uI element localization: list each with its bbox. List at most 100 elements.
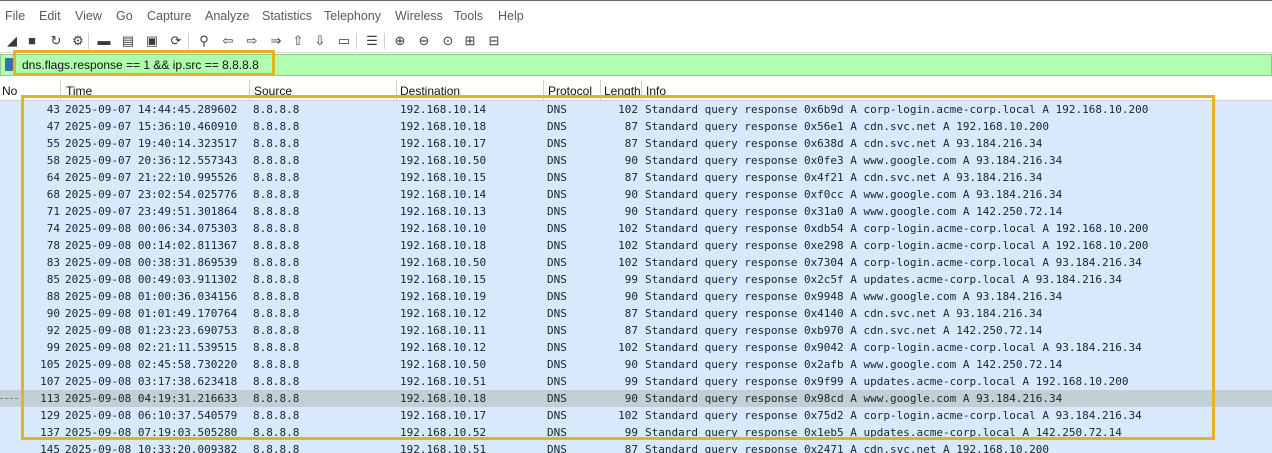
display-filter-bar[interactable]: dns.flags.response == 1 && ip.src == 8.8…: [0, 54, 1272, 76]
cell-no: 55: [46, 137, 60, 150]
column-header-source[interactable]: Source: [254, 83, 292, 99]
table-row-selected[interactable]: 113 2025-09-08 04:19:31.216633 8.8.8.8 192.…: [0, 390, 1272, 407]
reload-file-icon[interactable]: ⟳: [168, 33, 184, 49]
colorize-icon[interactable]: ☰: [364, 33, 380, 49]
table-row[interactable]: 83 2025-09-08 00:38:31.869539 8.8.8.8 192.1…: [0, 254, 1272, 271]
table-row[interactable]: 99 2025-09-08 02:21:11.539515 8.8.8.8 192.1…: [0, 339, 1272, 356]
menu-help[interactable]: Help: [498, 9, 524, 23]
cell-info: Standard query response 0x9948 A www.goo…: [645, 290, 1063, 303]
zoom-out-icon[interactable]: ⊖: [416, 33, 432, 49]
cell-destination: 192.168.10.13: [400, 205, 487, 218]
table-row[interactable]: 55 2025-09-07 19:40:14.323517 8.8.8.8 192.1…: [0, 135, 1272, 152]
zoom-normal-icon[interactable]: ⊙: [440, 33, 456, 49]
table-row[interactable]: 105 2025-09-08 02:45:58.730220 8.8.8.8 192.…: [0, 356, 1272, 373]
go-first-icon[interactable]: ⇧: [290, 33, 306, 49]
menu-wireless[interactable]: Wireless: [395, 9, 443, 23]
table-row[interactable]: 129 2025-09-08 06:10:37.540579 8.8.8.8 192.…: [0, 407, 1272, 424]
cell-length: 90: [624, 154, 638, 167]
table-row[interactable]: 78 2025-09-08 00:14:02.811367 8.8.8.8 192.1…: [0, 237, 1272, 254]
cell-time: 2025-09-07 23:49:51.301864: [65, 205, 238, 218]
autoscroll-icon[interactable]: ▭: [336, 33, 352, 49]
table-row[interactable]: 90 2025-09-08 01:01:49.170764 8.8.8.8 192.1…: [0, 305, 1272, 322]
stop-capture-icon[interactable]: ■: [24, 33, 40, 49]
cell-protocol: DNS: [547, 137, 567, 150]
table-row[interactable]: 58 2025-09-07 20:36:12.557343 8.8.8.8 192.1…: [0, 152, 1272, 169]
menu-capture[interactable]: Capture: [147, 9, 191, 23]
go-back-icon[interactable]: ⇦: [220, 33, 236, 49]
restart-capture-icon[interactable]: ↻: [48, 33, 64, 49]
close-file-icon[interactable]: ▣: [144, 33, 160, 49]
cell-no: 90: [46, 307, 60, 320]
cell-time: 2025-09-08 07:19:03.505280: [65, 426, 238, 439]
table-row[interactable]: 107 2025-09-08 03:17:38.623418 8.8.8.8 192.…: [0, 373, 1272, 390]
cell-destination: 192.168.10.52: [400, 426, 487, 439]
table-row[interactable]: 64 2025-09-07 21:22:10.995526 8.8.8.8 192.1…: [0, 169, 1272, 186]
cell-info: Standard query response 0xb970 A cdn.svc…: [645, 324, 1043, 337]
table-row[interactable]: 68 2025-09-07 23:02:54.025776 8.8.8.8 192.1…: [0, 186, 1272, 203]
column-divider[interactable]: [396, 80, 397, 100]
menu-telephony[interactable]: Telephony: [324, 9, 381, 23]
go-last-icon[interactable]: ⇩: [312, 33, 328, 49]
table-row[interactable]: 145 2025-09-08 10:33:20.009382 8.8.8.8 192.…: [0, 441, 1272, 453]
column-divider[interactable]: [249, 80, 250, 100]
column-divider[interactable]: [60, 80, 61, 100]
zoom-in-icon[interactable]: ⊕: [392, 33, 408, 49]
cell-time: 2025-09-07 19:40:14.323517: [65, 137, 238, 150]
more-icon[interactable]: ⊟: [486, 33, 502, 49]
menu-bar: File Edit View Go Capture Analyze Statis…: [0, 0, 1272, 30]
table-row[interactable]: 71 2025-09-07 23:49:51.301864 8.8.8.8 192.1…: [0, 203, 1272, 220]
column-header-info[interactable]: Info: [646, 83, 666, 99]
cell-protocol: DNS: [547, 426, 567, 439]
resize-columns-icon[interactable]: ⊞: [462, 33, 478, 49]
cell-destination: 192.168.10.17: [400, 137, 487, 150]
cell-source: 8.8.8.8: [253, 154, 300, 167]
cell-no: 107: [40, 375, 60, 388]
column-header-protocol[interactable]: Protocol: [548, 83, 592, 99]
cell-info: Standard query response 0x75d2 A corp-lo…: [645, 409, 1142, 422]
column-divider[interactable]: [543, 80, 544, 100]
cell-source: 8.8.8.8: [253, 324, 300, 337]
go-forward-icon[interactable]: ⇨: [244, 33, 260, 49]
display-filter-input[interactable]: dns.flags.response == 1 && ip.src == 8.8…: [22, 58, 259, 72]
cell-no: 83: [46, 256, 60, 269]
cell-info: Standard query response 0x4f21 A cdn.svc…: [645, 171, 1043, 184]
table-row[interactable]: 47 2025-09-07 15:36:10.460910 8.8.8.8 192.1…: [0, 118, 1272, 135]
shark-fin-start-icon[interactable]: ◢: [4, 33, 20, 49]
menu-analyze[interactable]: Analyze: [205, 9, 249, 23]
menu-view[interactable]: View: [75, 9, 102, 23]
menu-edit[interactable]: Edit: [39, 9, 61, 23]
column-divider[interactable]: [641, 80, 642, 100]
cell-source: 8.8.8.8: [253, 205, 300, 218]
menu-statistics[interactable]: Statistics: [262, 9, 312, 23]
menu-tools[interactable]: Tools: [454, 9, 483, 23]
menu-file[interactable]: File: [5, 9, 25, 23]
cell-protocol: DNS: [547, 256, 567, 269]
open-file-icon[interactable]: ▬: [96, 33, 112, 49]
cell-destination: 192.168.10.12: [400, 341, 487, 354]
cell-length: 87: [624, 137, 638, 150]
go-to-packet-icon[interactable]: ⇒: [268, 33, 284, 49]
save-file-icon[interactable]: ▤: [120, 33, 136, 49]
cell-time: 2025-09-07 21:22:10.995526: [65, 171, 238, 184]
table-row[interactable]: 74 2025-09-08 00:06:34.075303 8.8.8.8 192.1…: [0, 220, 1272, 237]
menu-go[interactable]: Go: [116, 9, 133, 23]
table-row[interactable]: 88 2025-09-08 01:00:36.034156 8.8.8.8 192.1…: [0, 288, 1272, 305]
column-header-destination[interactable]: Destination: [400, 83, 460, 99]
table-row[interactable]: 85 2025-09-08 00:49:03.911302 8.8.8.8 192.1…: [0, 271, 1272, 288]
column-divider[interactable]: [600, 80, 601, 100]
cell-source: 8.8.8.8: [253, 443, 300, 453]
column-header-length[interactable]: Length: [604, 83, 642, 99]
table-row[interactable]: 137 2025-09-08 07:19:03.505280 8.8.8.8 192.…: [0, 424, 1272, 441]
cell-protocol: DNS: [547, 375, 567, 388]
find-packet-icon[interactable]: ⚲: [196, 33, 212, 49]
toolbar-separator: [188, 33, 189, 49]
column-header-time[interactable]: Time: [66, 83, 92, 99]
capture-options-icon[interactable]: ⚙: [70, 33, 86, 49]
column-header-no[interactable]: No: [2, 83, 17, 99]
cell-source: 8.8.8.8: [253, 307, 300, 320]
cell-time: 2025-09-08 06:10:37.540579: [65, 409, 238, 422]
table-row[interactable]: 43 2025-09-07 14:44:45.289602 8.8.8.8 192.1…: [0, 101, 1272, 118]
filter-bookmark-icon[interactable]: [5, 58, 13, 71]
table-row[interactable]: 92 2025-09-08 01:23:23.690753 8.8.8.8 192.1…: [0, 322, 1272, 339]
packet-list[interactable]: 43 2025-09-07 14:44:45.289602 8.8.8.8 192.1…: [0, 101, 1272, 453]
